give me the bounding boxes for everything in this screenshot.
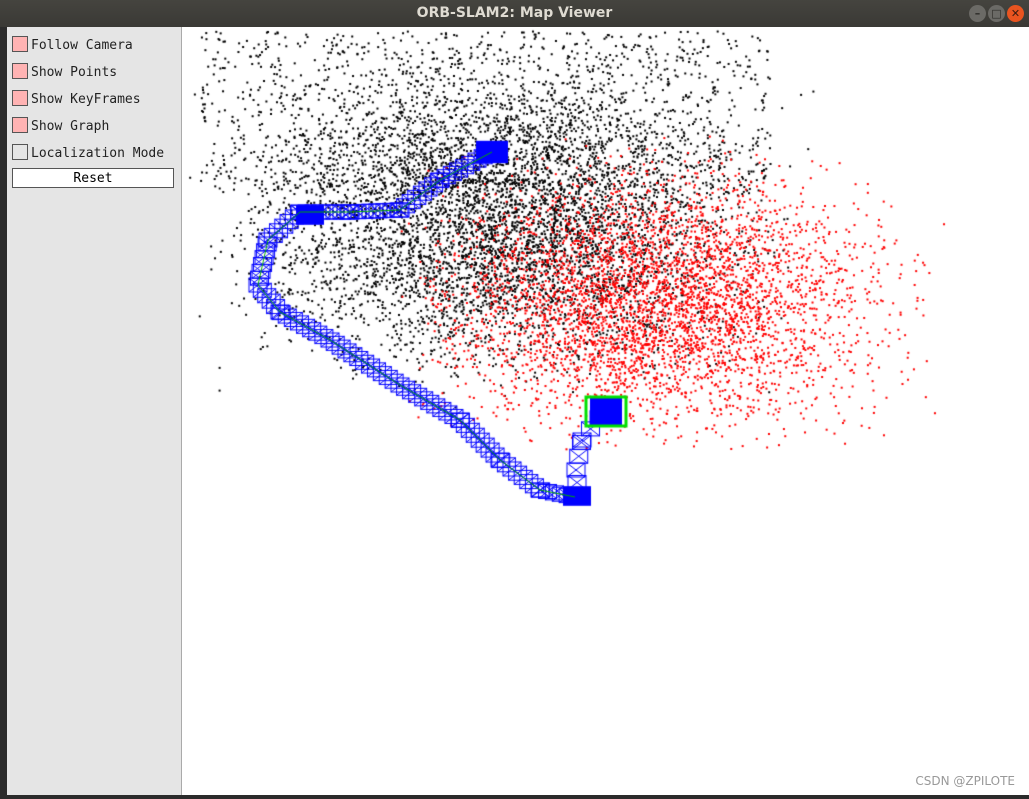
checkbox-icon[interactable] bbox=[12, 117, 28, 133]
checkbox-label: Show Points bbox=[31, 65, 118, 80]
window-titlebar: ORB-SLAM2: Map Viewer – □ ✕ bbox=[0, 0, 1029, 27]
minimize-button[interactable]: – bbox=[969, 5, 986, 22]
follow-camera-checkbox[interactable]: Follow Camera bbox=[12, 36, 133, 54]
show-keyframes-checkbox[interactable]: Show KeyFrames bbox=[12, 90, 141, 108]
localization-mode-checkbox[interactable]: Localization Mode bbox=[12, 144, 164, 162]
window-edge bbox=[0, 27, 7, 795]
checkbox-icon[interactable] bbox=[12, 36, 28, 52]
checkbox-icon[interactable] bbox=[12, 63, 28, 79]
show-points-checkbox[interactable]: Show Points bbox=[12, 63, 117, 81]
checkbox-icon[interactable] bbox=[12, 90, 28, 106]
checkbox-icon[interactable] bbox=[12, 144, 28, 160]
checkbox-label: Show Graph bbox=[31, 119, 110, 134]
control-panel: Follow Camera Show Points Show KeyFrames… bbox=[7, 27, 182, 795]
reset-button[interactable]: Reset bbox=[12, 168, 174, 188]
point-cloud-render[interactable] bbox=[182, 27, 1029, 795]
maximize-button[interactable]: □ bbox=[988, 5, 1005, 22]
window-title: ORB-SLAM2: Map Viewer bbox=[416, 5, 613, 21]
checkbox-label: Follow Camera bbox=[31, 38, 133, 53]
watermark: CSDN @ZPILOTE bbox=[915, 774, 1015, 788]
show-graph-checkbox[interactable]: Show Graph bbox=[12, 117, 109, 135]
checkbox-label: Localization Mode bbox=[31, 146, 165, 161]
map-viewer-canvas[interactable]: CSDN @ZPILOTE bbox=[182, 27, 1029, 795]
close-button[interactable]: ✕ bbox=[1007, 5, 1024, 22]
checkbox-label: Show KeyFrames bbox=[31, 92, 141, 107]
